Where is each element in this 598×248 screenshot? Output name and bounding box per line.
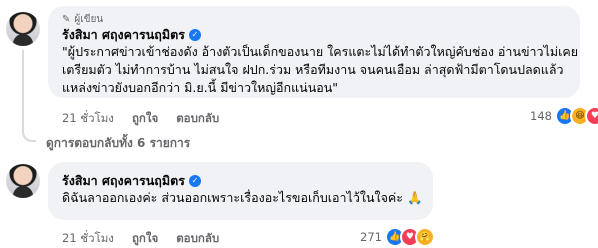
comment-actions: 21 ชั่วโมง ถูกใจ ตอบกลับ: [62, 110, 219, 128]
love-icon: ♥: [584, 106, 598, 126]
comment-text: ดิฉันลาออกเองค่ะ ส่วนออกเพราะเรื่องอะไรข…: [62, 189, 423, 207]
reaction-count: 271: [360, 230, 382, 244]
author-avatar[interactable]: [6, 164, 40, 198]
reply-button[interactable]: ตอบกลับ: [176, 230, 219, 248]
thread-line: [22, 50, 24, 130]
pencil-icon: ✎: [62, 14, 71, 25]
comment-author-name[interactable]: รังสิมา ศฤงคารนฤมิตร ✓: [62, 25, 201, 45]
comment-text: "ผู้ประกาศข่าวเข้าช่องดัง อ้างตัวเป็นเด็…: [62, 43, 578, 97]
care-icon: 🤗: [414, 227, 435, 247]
reaction-summary[interactable]: 148 👍 😆 ♥: [530, 106, 598, 126]
comment-author-name[interactable]: รังสิมา ศฤงคารนฤมิตร ✓: [62, 171, 201, 191]
comment-timestamp[interactable]: 21 ชั่วโมง: [62, 230, 114, 248]
like-button[interactable]: ถูกใจ: [132, 110, 158, 128]
like-button[interactable]: ถูกใจ: [132, 230, 158, 248]
author-name-text[interactable]: รังสิมา ศฤงคารนฤมิตร: [62, 25, 185, 45]
reply-button[interactable]: ตอบกลับ: [176, 110, 219, 128]
view-replies-link[interactable]: ดูการตอบกลับทั้ง 6 รายการ: [46, 134, 190, 153]
author-name-text[interactable]: รังสิมา ศฤงคารนฤมิตร: [62, 171, 185, 191]
comment-text-line: ดิฉันลาออกเองค่ะ ส่วนออกเพราะเรื่องอะไรข…: [62, 190, 423, 205]
comment-timestamp[interactable]: 21 ชั่วโมง: [62, 110, 114, 128]
comment-text-line: เตรียมตัว ไม่ทำการบ้าน ไม่สนใจ ฝปก.ร่วม …: [62, 62, 564, 77]
comment-text-line: แหล่งข่าวยังบอกอีกว่า มิ.ย.นี้ มีข่าวใหญ…: [62, 80, 339, 95]
comment-actions: 21 ชั่วโมง ถูกใจ ตอบกลับ: [62, 230, 219, 248]
view-replies-text[interactable]: ดูการตอบกลับทั้ง 6 รายการ: [46, 134, 190, 153]
verified-badge-icon: ✓: [188, 29, 201, 41]
verified-badge-icon: ✓: [188, 175, 201, 187]
reaction-summary[interactable]: 271 👍 ♥ 🤗: [360, 227, 435, 247]
comment-text-line: "ผู้ประกาศข่าวเข้าช่องดัง อ้างตัวเป็นเด็…: [62, 44, 579, 59]
reaction-count: 148: [530, 109, 552, 123]
author-avatar[interactable]: [6, 12, 40, 46]
reply-connector: [22, 130, 36, 142]
